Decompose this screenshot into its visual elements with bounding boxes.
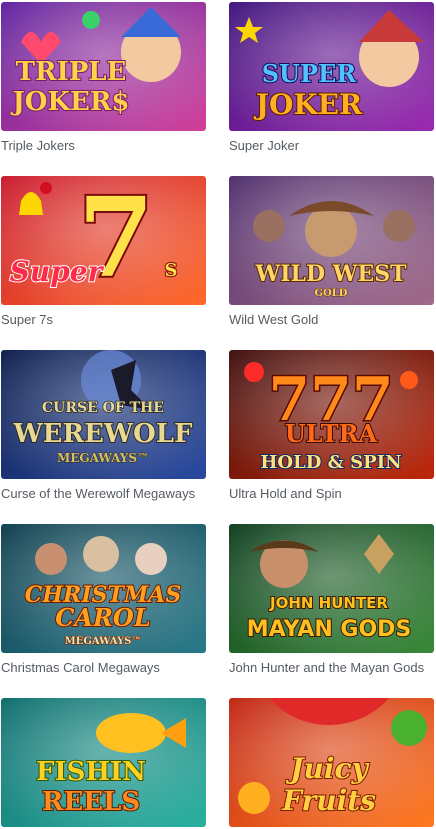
game-logo-text: WEREWOLF bbox=[12, 419, 193, 449]
game-title[interactable]: Super Joker bbox=[229, 138, 434, 154]
character-icon bbox=[135, 543, 167, 575]
game-thumbnail[interactable]: CURSE OF THE WEREWOLF MEGAWAYS™ bbox=[1, 350, 206, 479]
game-thumbnail-art: 777ULTRAHOLD & SPIN bbox=[229, 350, 434, 479]
game-thumbnail-art: JuicyFruits bbox=[229, 698, 434, 827]
game-logo-text: CAROL bbox=[55, 603, 150, 632]
games-grid: TRIPLE JOKER$ Triple Jokers SUPER JOKER Super… bbox=[0, 0, 436, 829]
game-logo-text: MAYAN GODS bbox=[247, 617, 412, 642]
game-title[interactable]: Triple Jokers bbox=[1, 138, 206, 154]
game-thumbnail-art: FISHINREELS bbox=[1, 698, 206, 827]
game-thumbnail-art: CHRISTMASCAROLMEGAWAYS™ bbox=[1, 524, 206, 653]
game-logo-text: CURSE OF THE bbox=[42, 400, 164, 416]
game-logo-text: SUPER bbox=[262, 59, 358, 88]
game-logo-text: GOLD bbox=[315, 288, 348, 299]
game-logo-text: MEGAWAYS™ bbox=[57, 451, 149, 465]
watermelon-icon bbox=[244, 362, 264, 382]
game-thumbnail[interactable]: 777 ULTRA HOLD & SPIN bbox=[229, 350, 434, 479]
game-logo-text: REELS bbox=[42, 787, 140, 817]
game-logo-text: Fruits bbox=[281, 784, 376, 817]
game-thumbnail[interactable]: CHRISTMAS CAROL MEGAWAYS™ bbox=[1, 524, 206, 653]
game-card[interactable]: SUPER JOKER Super Joker bbox=[229, 2, 434, 154]
game-logo-text: FISHIN bbox=[36, 757, 146, 787]
game-logo-text: HOLD & SPIN bbox=[260, 452, 401, 473]
game-thumbnail[interactable]: Juicy Fruits bbox=[229, 698, 434, 827]
game-logo-text: JOKER bbox=[253, 88, 363, 121]
game-logo-text: Juicy bbox=[285, 752, 369, 785]
game-title[interactable]: Christmas Carol Megaways bbox=[1, 660, 206, 676]
game-logo-text: ULTRA bbox=[285, 419, 378, 448]
cowboy-face-icon bbox=[305, 205, 357, 257]
game-title[interactable]: Ultra Hold and Spin bbox=[229, 486, 434, 502]
game-card[interactable]: CURSE OF THE WEREWOLF MEGAWAYS™ Curse of th… bbox=[1, 350, 206, 502]
game-card[interactable]: 7 Super S Super 7s bbox=[1, 176, 206, 328]
game-title[interactable]: Wild West Gold bbox=[229, 312, 434, 328]
cherry-icon bbox=[400, 371, 418, 389]
game-thumbnail[interactable]: TRIPLE JOKER$ bbox=[1, 2, 206, 131]
game-card[interactable]: CHRISTMAS CAROL MEGAWAYS™ Christmas Carol M… bbox=[1, 524, 206, 676]
orange-icon bbox=[238, 782, 270, 814]
character-icon bbox=[35, 543, 67, 575]
game-thumbnail[interactable]: FISHIN REELS bbox=[1, 698, 206, 827]
game-thumbnail-art: CURSE OF THE WEREWOLF MEGAWAYS™ bbox=[1, 350, 206, 479]
game-thumbnail-art: TRIPLEJOKER$ bbox=[1, 2, 206, 131]
game-logo-text: MEGAWAYS™ bbox=[65, 636, 142, 647]
game-card[interactable]: Juicy Fruits bbox=[229, 698, 434, 827]
game-logo-text: TRIPLE bbox=[16, 57, 127, 87]
game-title[interactable]: Super 7s bbox=[1, 312, 206, 328]
game-thumbnail-art: 7Super S bbox=[1, 176, 206, 305]
fish-icon bbox=[96, 713, 166, 753]
game-card[interactable]: JOHN HUNTER MAYAN GODS John Hunter and the… bbox=[229, 524, 434, 676]
cherry-icon bbox=[40, 182, 52, 194]
game-thumbnail[interactable]: WILD WEST GOLD bbox=[229, 176, 434, 305]
game-logo-text: Super bbox=[10, 255, 105, 288]
game-title[interactable]: Curse of the Werewolf Megaways bbox=[1, 486, 206, 502]
game-logo-text: WILD WEST bbox=[255, 261, 408, 287]
game-card[interactable]: 777 ULTRA HOLD & SPIN Ultra Hold and Spin bbox=[229, 350, 434, 502]
character-icon bbox=[83, 536, 119, 572]
game-title[interactable]: John Hunter and the Mayan Gods bbox=[229, 660, 434, 676]
game-thumbnail-art: SUPERJOKER bbox=[229, 2, 434, 131]
game-logo-text: S bbox=[165, 260, 178, 281]
game-logo-text: JOHN HUNTER bbox=[269, 594, 388, 612]
game-thumbnail[interactable]: JOHN HUNTER MAYAN GODS bbox=[229, 524, 434, 653]
game-logo-text: JOKER$ bbox=[10, 87, 129, 117]
game-card[interactable]: WILD WEST GOLD Wild West Gold bbox=[229, 176, 434, 328]
game-thumbnail[interactable]: SUPER JOKER bbox=[229, 2, 434, 131]
game-thumbnail[interactable]: 7 Super S bbox=[1, 176, 206, 305]
game-thumbnail-art: WILD WESTGOLD bbox=[229, 176, 434, 305]
club-icon bbox=[82, 11, 100, 29]
game-thumbnail-art: JOHN HUNTER MAYAN GODS bbox=[229, 524, 434, 653]
game-card[interactable]: TRIPLE JOKER$ Triple Jokers bbox=[1, 2, 206, 154]
game-card[interactable]: FISHIN REELS bbox=[1, 698, 206, 827]
kiwi-icon bbox=[391, 710, 427, 746]
